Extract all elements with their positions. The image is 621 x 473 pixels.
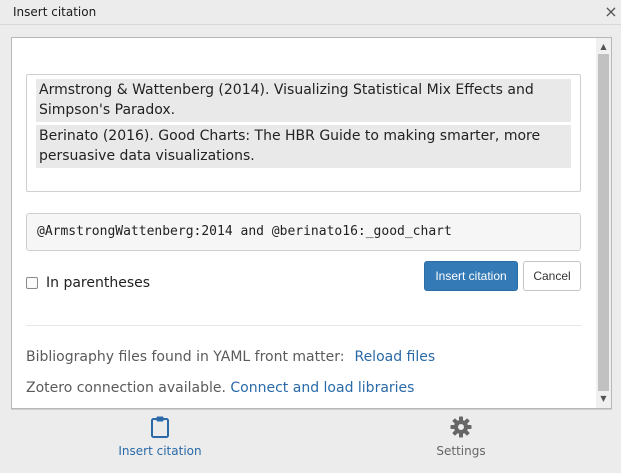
citation-pane: Armstrong & Wattenberg (2014). Visualizi…	[11, 37, 612, 409]
zotero-status: Zotero connection available. Connect and…	[26, 380, 414, 396]
result-item[interactable]: Berinato (2016). Good Charts: The HBR Gu…	[36, 125, 571, 168]
in-parentheses-option[interactable]: In parentheses	[26, 274, 150, 292]
scroll-down-arrow[interactable]: ▼	[596, 392, 611, 406]
scroll-up-arrow[interactable]: ▲	[596, 40, 611, 54]
bibliography-status-text: Bibliography files found in YAML front m…	[26, 349, 345, 365]
zotero-status-text: Zotero connection available.	[26, 380, 226, 396]
tab-settings-label: Settings	[436, 444, 486, 458]
clipboard-icon	[85, 416, 235, 442]
bibliography-status: Bibliography files found in YAML front m…	[26, 349, 435, 365]
divider	[26, 325, 581, 326]
connect-libraries-link[interactable]: Connect and load libraries	[230, 380, 414, 396]
result-item[interactable]: Armstrong & Wattenberg (2014). Visualizi…	[36, 79, 571, 122]
reload-files-link[interactable]: Reload files	[354, 349, 435, 365]
pane-content: Armstrong & Wattenberg (2014). Visualizi…	[12, 38, 597, 408]
close-icon[interactable]: ×	[603, 2, 619, 22]
in-parentheses-label: In parentheses	[46, 275, 151, 291]
citation-keys-field[interactable]: @ArmstrongWattenberg:2014 and @berinato1…	[26, 213, 581, 251]
bottom-tab-bar: Insert citation Settings	[11, 409, 612, 461]
scroll-thumb[interactable]	[598, 54, 609, 391]
window-title: Insert citation	[13, 5, 97, 19]
window-titlebar: Insert citation ×	[0, 0, 621, 25]
tab-insert-citation[interactable]: Insert citation	[85, 414, 235, 458]
in-parentheses-checkbox[interactable]	[26, 277, 38, 289]
search-results-list: Armstrong & Wattenberg (2014). Visualizi…	[26, 74, 581, 192]
cancel-button[interactable]: Cancel	[523, 261, 581, 291]
insert-citation-button[interactable]: Insert citation	[424, 261, 518, 291]
tab-settings[interactable]: Settings	[386, 414, 536, 458]
tab-insert-citation-label: Insert citation	[118, 444, 202, 458]
vertical-scrollbar[interactable]: ▲ ▼	[596, 38, 611, 408]
gear-icon	[386, 416, 536, 442]
